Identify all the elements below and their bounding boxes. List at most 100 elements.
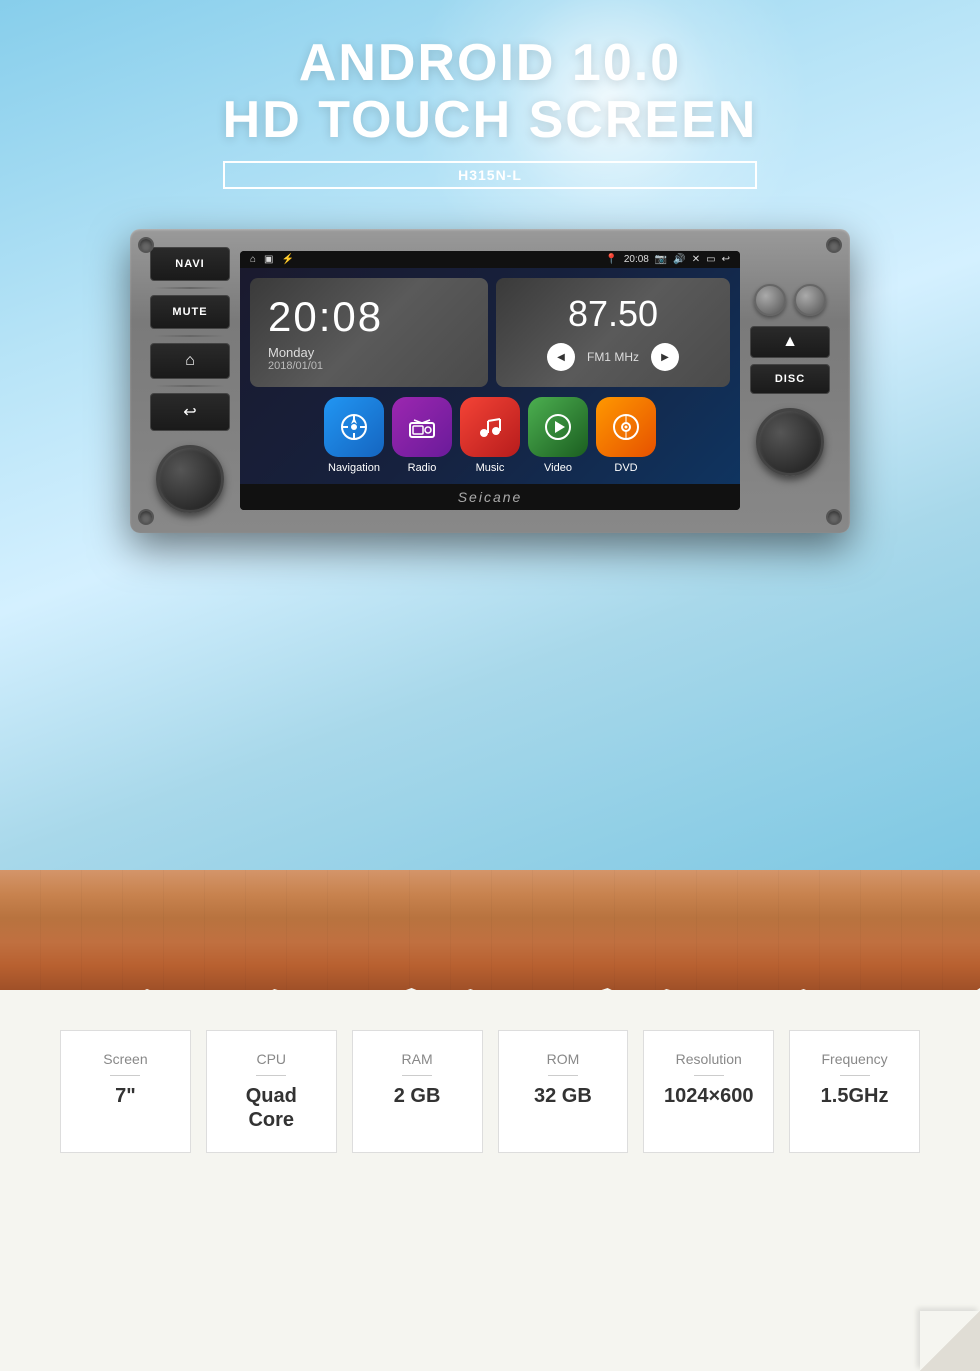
spec-ram: RAM 2 GB: [352, 1030, 483, 1153]
radio-controls: FM1 MHz: [512, 343, 714, 371]
back-button[interactable]: ↩: [150, 393, 230, 431]
nav-label: Navigation: [328, 462, 380, 474]
video-icon: [542, 411, 574, 443]
spec-cpu: CPU Quad Core: [206, 1030, 337, 1153]
video-icon-bg: [528, 397, 588, 457]
clock-widget: 20:08 Monday 2018/01/01: [250, 278, 488, 387]
mount-hole-tr: [826, 237, 842, 253]
hero-line2: HD TOUCH SCREEN: [223, 92, 758, 149]
spec-rom-label: ROM: [514, 1051, 613, 1067]
location-icon: 📍: [605, 254, 617, 265]
status-bar-left: ⌂ ▣ ⚡: [250, 254, 294, 265]
head-unit: NAVI MUTE ⌂ ↩ ⌂ ▣ ⚡: [130, 229, 850, 533]
screen-content: 20:08 Monday 2018/01/01 87.50 FM1 MHz: [240, 268, 740, 484]
usb-icon: ⚡: [282, 254, 294, 265]
clock-date: 2018/01/01: [268, 360, 470, 372]
wood-surface: [0, 870, 980, 990]
dvd-label: DVD: [614, 462, 637, 474]
mount-hole-br: [826, 509, 842, 525]
divider-2: [155, 335, 225, 337]
hero-line1: ANDROID 10.0: [223, 35, 758, 92]
spec-rom: ROM 32 GB: [498, 1030, 629, 1153]
navi-button[interactable]: NAVI: [150, 247, 230, 281]
specs-section: Screen 7" CPU Quad Core RAM 2 GB ROM 32 …: [0, 990, 980, 1371]
video-label: Video: [544, 462, 572, 474]
music-label: Music: [476, 462, 505, 474]
window-icon: ▭: [706, 254, 715, 265]
app-video[interactable]: Video: [528, 397, 588, 474]
radio-icon-bg: [392, 397, 452, 457]
app-grid: Navigation: [250, 397, 730, 474]
radio-widget[interactable]: 87.50 FM1 MHz: [496, 278, 730, 387]
knob-right-top[interactable]: [794, 284, 826, 316]
mute-button[interactable]: MUTE: [150, 295, 230, 329]
spec-frequency-value: 1.5GHz: [805, 1084, 904, 1108]
nav-icon-bg: [324, 397, 384, 457]
volume-icon: 🔊: [673, 254, 685, 265]
radio-frequency: 87.50: [512, 293, 714, 335]
spec-cpu-value: Quad Core: [222, 1084, 321, 1132]
spec-screen: Screen 7": [60, 1030, 191, 1153]
spec-screen-value: 7": [76, 1084, 175, 1108]
app-navigation[interactable]: Navigation: [324, 397, 384, 474]
spec-ram-value: 2 GB: [368, 1084, 467, 1108]
hero-section: ANDROID 10.0 HD TOUCH SCREEN H315N-L NAV…: [0, 0, 980, 870]
radio-prev-button[interactable]: [547, 343, 575, 371]
spec-ram-divider: [402, 1075, 432, 1076]
camera-icon: 📷: [655, 254, 667, 265]
screen-wrapper: ⌂ ▣ ⚡ 📍 20:08 📷 🔊 ✕ ▭ ↩: [240, 251, 740, 510]
spec-screen-label: Screen: [76, 1051, 175, 1067]
spec-frequency: Frequency 1.5GHz: [789, 1030, 920, 1153]
nav-icon: [338, 411, 370, 443]
divider-1: [155, 287, 225, 289]
app-radio[interactable]: Radio: [392, 397, 452, 474]
hero-title: ANDROID 10.0 HD TOUCH SCREEN H315N-L: [223, 35, 758, 189]
spec-screen-divider: [110, 1075, 140, 1076]
spec-resolution-value: 1024×600: [659, 1084, 758, 1108]
device-container: NAVI MUTE ⌂ ↩ ⌂ ▣ ⚡: [130, 229, 850, 533]
radio-band-label: FM1 MHz: [587, 350, 639, 364]
clock-day: Monday: [268, 345, 470, 360]
spec-frequency-divider: [840, 1075, 870, 1076]
dvd-icon: [610, 411, 642, 443]
spec-resolution-divider: [694, 1075, 724, 1076]
knobs-row: [754, 284, 826, 316]
spec-ram-label: RAM: [368, 1051, 467, 1067]
status-bar: ⌂ ▣ ⚡ 📍 20:08 📷 🔊 ✕ ▭ ↩: [240, 251, 740, 268]
dvd-icon-bg: [596, 397, 656, 457]
knob-left-top[interactable]: [754, 284, 786, 316]
info-row: 20:08 Monday 2018/01/01 87.50 FM1 MHz: [250, 278, 730, 387]
model-badge: H315N-L: [223, 161, 758, 189]
radio-next-button[interactable]: [651, 343, 679, 371]
seicane-brand: Seicane: [458, 489, 523, 505]
page-curl: [900, 1291, 980, 1371]
disc-button[interactable]: DISC: [750, 364, 830, 394]
right-panel: ▲ DISC: [750, 284, 830, 476]
divider-3: [155, 385, 225, 387]
left-panel: NAVI MUTE ⌂ ↩: [150, 247, 230, 513]
home-icon: ⌂: [250, 254, 256, 265]
clock-time: 20:08: [268, 293, 470, 341]
close-icon: ✕: [692, 254, 700, 265]
clock-status: 20:08: [624, 254, 649, 265]
eject-button[interactable]: ▲: [750, 326, 830, 358]
back-nav-icon: ↩: [722, 254, 730, 265]
spec-rom-divider: [548, 1075, 578, 1076]
radio-icon: [406, 411, 438, 443]
app-dvd[interactable]: DVD: [596, 397, 656, 474]
seicane-bar: Seicane: [240, 484, 740, 510]
spec-rom-value: 32 GB: [514, 1084, 613, 1108]
spec-cpu-divider: [256, 1075, 286, 1076]
right-knob[interactable]: [756, 408, 824, 476]
specs-grid: Screen 7" CPU Quad Core RAM 2 GB ROM 32 …: [60, 1030, 920, 1153]
spec-frequency-label: Frequency: [805, 1051, 904, 1067]
spec-cpu-label: CPU: [222, 1051, 321, 1067]
spec-resolution-label: Resolution: [659, 1051, 758, 1067]
home-button[interactable]: ⌂: [150, 343, 230, 379]
notification-icon: ▣: [264, 254, 273, 265]
spec-resolution: Resolution 1024×600: [643, 1030, 774, 1153]
radio-label-app: Radio: [408, 462, 437, 474]
status-bar-right: 📍 20:08 📷 🔊 ✕ ▭ ↩: [605, 254, 730, 265]
left-knob[interactable]: [156, 445, 224, 513]
app-music[interactable]: Music: [460, 397, 520, 474]
